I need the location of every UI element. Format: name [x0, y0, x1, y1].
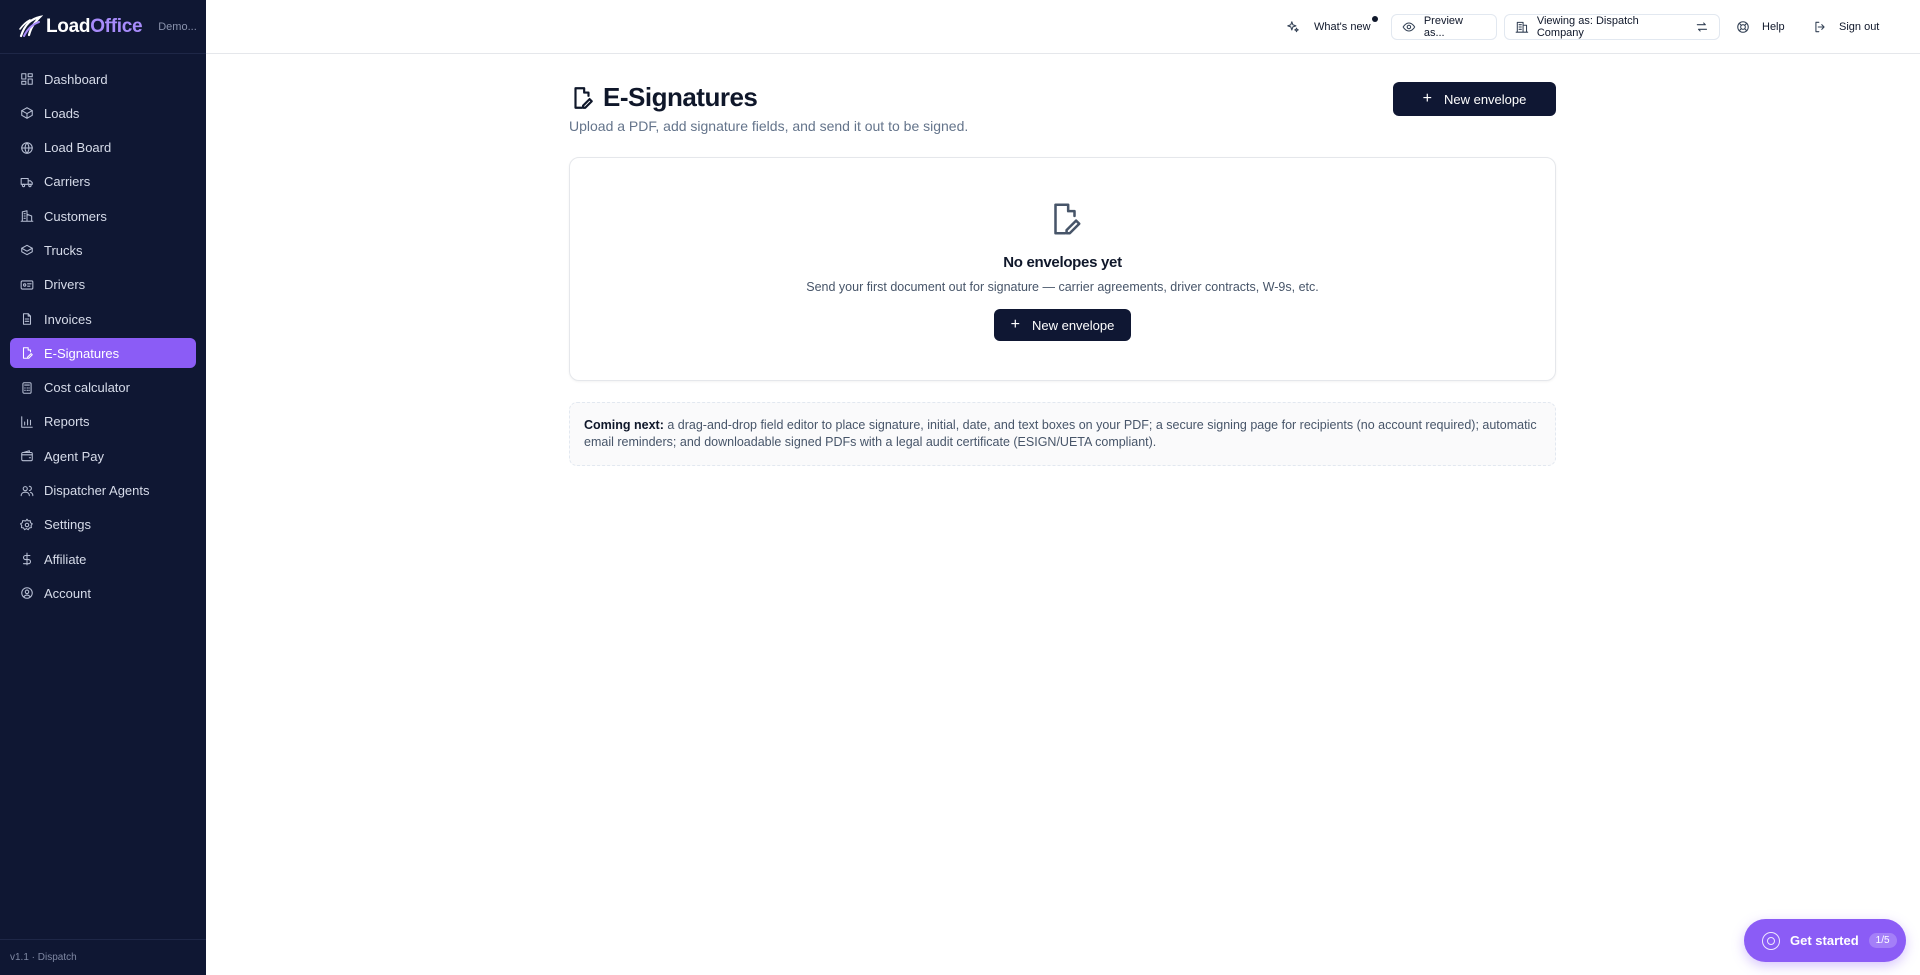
note-label: Coming next: — [584, 418, 664, 432]
help-label: Help — [1762, 21, 1785, 33]
topbar: What's new Preview as... Viewing as: Dis… — [206, 0, 1920, 54]
sidebar-item-label: Invoices — [44, 311, 92, 327]
gear-icon — [20, 518, 33, 531]
empty-new-envelope-button[interactable]: + New envelope — [994, 309, 1131, 341]
eye-icon — [1402, 22, 1416, 32]
preview-as-button[interactable]: Preview as... — [1391, 14, 1497, 40]
log-out-icon — [1815, 21, 1825, 33]
sidebar-item-agent-pay[interactable]: Agent Pay — [10, 441, 196, 471]
file-signature-icon — [574, 86, 593, 109]
empty-state-card: No envelopes yet Send your first documen… — [569, 157, 1556, 381]
target-icon — [1762, 931, 1780, 950]
empty-state-description: Send your first document out for signatu… — [806, 280, 1319, 294]
sidebar-item-label: Loads — [44, 105, 80, 121]
sidebar-item-label: E-Signatures — [44, 345, 120, 361]
sidebar-item-label: Carriers — [44, 174, 91, 190]
whats-new-label: What's new — [1314, 21, 1371, 33]
building-icon — [20, 210, 34, 222]
sidebar-item-account[interactable]: Account — [10, 578, 196, 608]
new-envelope-label: New envelope — [1031, 317, 1115, 333]
id-card-icon — [20, 280, 34, 290]
viewing-as-button[interactable]: Viewing as: Dispatch Company — [1504, 14, 1720, 40]
org-switcher[interactable]: Demo... — [158, 21, 197, 33]
package-icon — [21, 107, 33, 120]
coming-next-note: Coming next: a drag-and-drop field edito… — [569, 402, 1556, 466]
new-envelope-button[interactable]: + New envelope — [1393, 82, 1556, 116]
user-circle-icon — [21, 587, 33, 600]
plus-icon: + — [1010, 316, 1020, 333]
sidebar-item-label: Affiliate — [44, 551, 87, 567]
empty-state-title: No envelopes yet — [1003, 254, 1122, 271]
sidebar-item-label: Customers — [44, 208, 107, 224]
globe-icon — [21, 141, 33, 154]
get-started-label: Get started — [1790, 933, 1859, 948]
lifebuoy-icon — [1737, 21, 1749, 33]
page-header: E-Signatures Upload a PDF, add signature… — [569, 82, 968, 134]
sidebar-item-affiliate[interactable]: Affiliate — [10, 544, 196, 574]
sidebar-item-customers[interactable]: Customers — [10, 201, 196, 231]
file-signature-icon — [1054, 203, 1081, 235]
sidebar-item-cost-calculator[interactable]: Cost calculator — [10, 373, 196, 403]
viewing-as-label: Viewing as: Dispatch Company — [1536, 15, 1639, 39]
sidebar-item-loads[interactable]: Loads — [10, 98, 196, 128]
preview-as-label: Preview as... — [1423, 15, 1463, 39]
sidebar-item-carriers[interactable]: Carriers — [10, 167, 196, 197]
whats-new-button[interactable]: What's new — [1286, 14, 1378, 40]
sidebar: LoadOffice Demo... Dashboard Loads Load … — [0, 0, 206, 975]
file-signature-icon — [22, 347, 33, 360]
sidebar-item-settings[interactable]: Settings — [10, 510, 196, 540]
sidebar-item-label: Cost calculator — [44, 380, 130, 396]
brand[interactable]: LoadOffice Demo... — [0, 0, 206, 54]
sign-out-button[interactable]: Sign out — [1813, 14, 1879, 40]
brand-name: LoadOffice — [46, 15, 143, 37]
wallet-icon — [21, 450, 33, 462]
sidebar-item-reports[interactable]: Reports — [10, 407, 196, 437]
dashboard-icon — [21, 73, 33, 85]
loadoffice-logo-icon — [19, 14, 43, 37]
sidebar-item-trucks[interactable]: Trucks — [10, 235, 196, 265]
progress-badge: 1/5 — [1868, 933, 1897, 948]
sidebar-item-label: Trucks — [44, 242, 83, 258]
file-icon — [22, 313, 32, 325]
sidebar-item-label: Reports — [44, 414, 90, 430]
box-icon — [21, 245, 33, 256]
new-envelope-label: New envelope — [1443, 91, 1527, 107]
sidebar-nav: Dashboard Loads Load Board Carriers Cust… — [0, 54, 206, 608]
truck-icon — [20, 177, 33, 188]
plus-icon: + — [1422, 90, 1432, 107]
page-subtitle: Upload a PDF, add signature fields, and … — [569, 118, 969, 134]
notification-dot — [1372, 16, 1378, 22]
sidebar-item-label: Load Board — [44, 140, 112, 156]
help-button[interactable]: Help — [1736, 14, 1785, 40]
sidebar-item-label: Drivers — [44, 277, 86, 293]
sidebar-item-label: Dispatcher Agents — [44, 483, 150, 499]
sidebar-item-drivers[interactable]: Drivers — [10, 270, 196, 300]
sidebar-item-dashboard[interactable]: Dashboard — [10, 64, 196, 94]
page-title: E-Signatures — [569, 82, 968, 113]
sidebar-item-label: Settings — [44, 517, 91, 533]
dollar-icon — [22, 552, 32, 566]
sparkles-icon — [1287, 21, 1299, 33]
building-icon — [1515, 21, 1529, 33]
sign-out-label: Sign out — [1839, 21, 1880, 33]
users-icon — [20, 485, 34, 496]
sidebar-item-dispatcher-agents[interactable]: Dispatcher Agents — [10, 476, 196, 506]
sidebar-item-invoices[interactable]: Invoices — [10, 304, 196, 334]
calculator-icon — [22, 381, 32, 394]
sidebar-item-e-signatures[interactable]: E-Signatures — [10, 338, 196, 369]
sidebar-item-label: Account — [44, 585, 91, 601]
sidebar-item-label: Dashboard — [44, 71, 108, 87]
sidebar-item-load-board[interactable]: Load Board — [10, 133, 196, 163]
switch-arrows-icon — [1696, 22, 1708, 32]
version-footer: v1.1 · Dispatch — [0, 939, 206, 975]
sidebar-item-label: Agent Pay — [44, 448, 104, 464]
get-started-button[interactable]: Get started 1/5 — [1744, 919, 1906, 962]
bar-chart-icon — [21, 416, 33, 428]
note-text: a drag-and-drop field editor to place si… — [584, 418, 1537, 449]
